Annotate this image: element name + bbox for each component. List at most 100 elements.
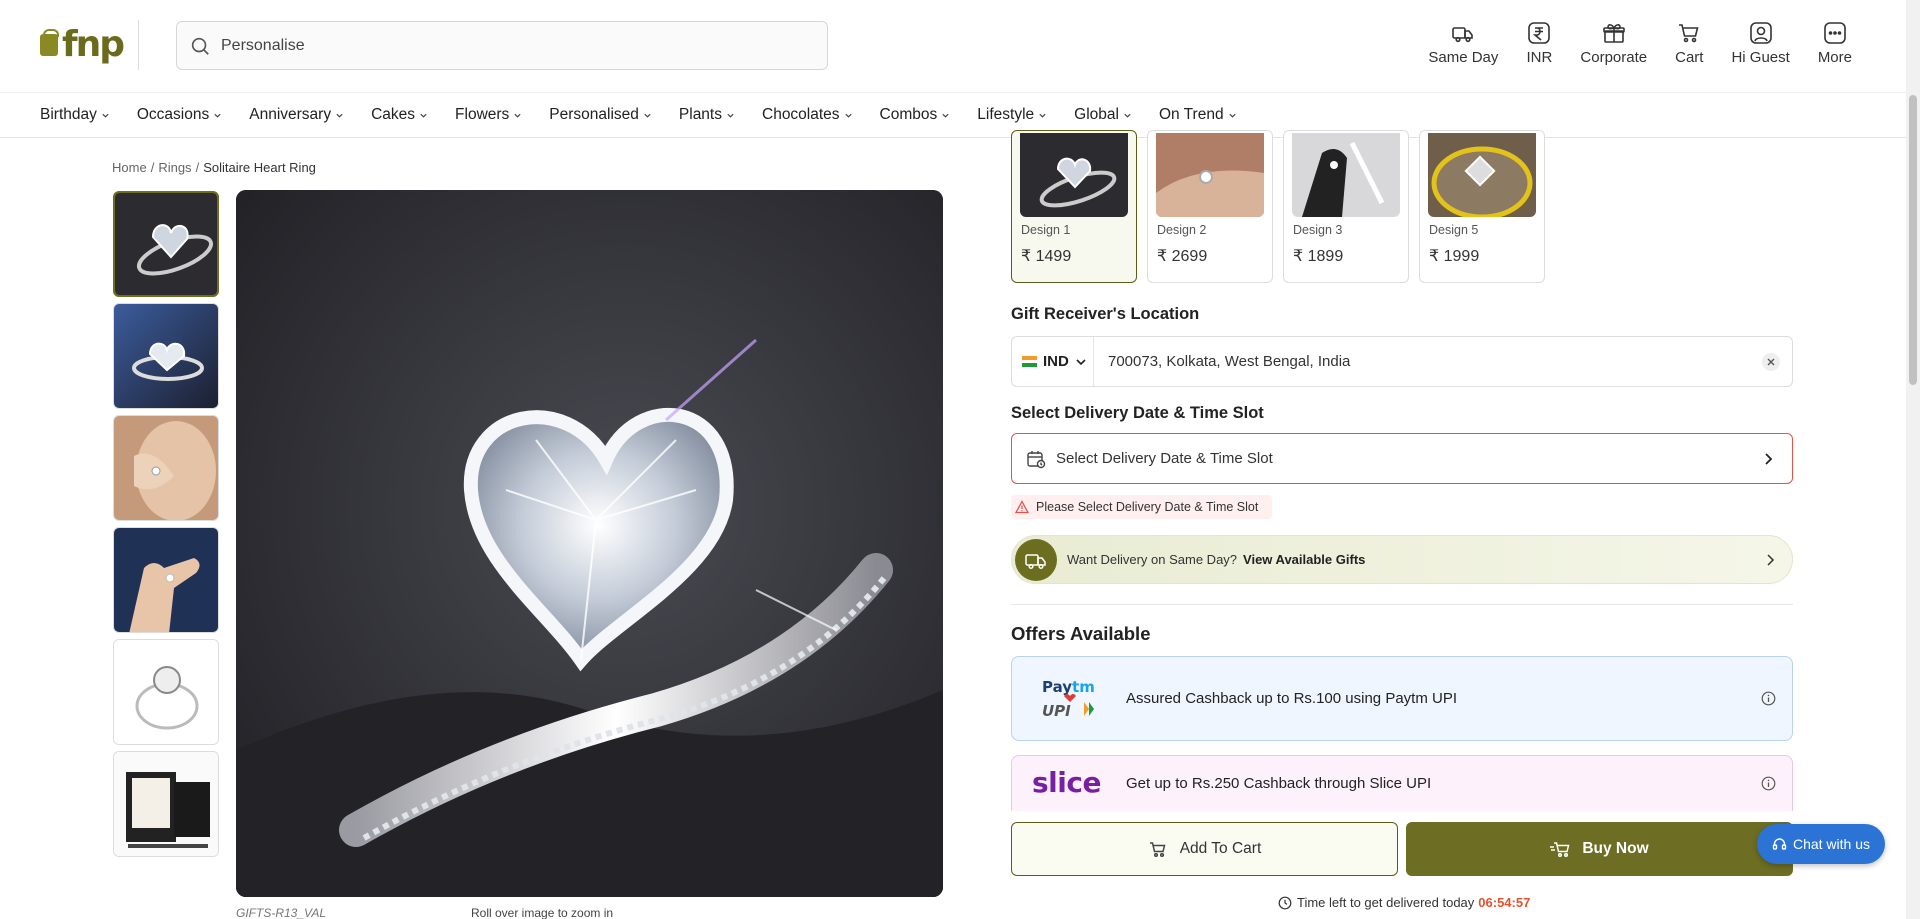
more-label: More: [1817, 49, 1852, 66]
chevron-down-icon: [844, 113, 852, 118]
nav-item-on-trend[interactable]: On Trend: [1159, 106, 1237, 124]
nav-item-chocolates[interactable]: Chocolates: [762, 106, 853, 124]
offer-paytm-text: Assured Cashback up to Rs.100 using Payt…: [1126, 690, 1457, 707]
nav-item-global[interactable]: Global: [1074, 106, 1132, 124]
header-divider: [138, 20, 139, 70]
currency-button[interactable]: INR: [1512, 20, 1566, 66]
corporate-label: Corporate: [1580, 49, 1648, 66]
india-flag-icon: [1022, 356, 1037, 368]
cart-icon: [1679, 24, 1699, 43]
chevron-down-icon: [1039, 113, 1046, 118]
breadcrumb-current: Solitaire Heart Ring: [203, 160, 316, 175]
same-day-banner[interactable]: Want Delivery on Same Day? View Available…: [1011, 535, 1793, 584]
offer-paytm[interactable]: Paytm UPI Assured Cashback up to Rs.100 …: [1011, 656, 1793, 741]
chevron-right-icon: [1765, 452, 1773, 465]
thumbnail-2[interactable]: [113, 303, 219, 409]
svg-text:Paytm: Paytm: [1042, 678, 1095, 696]
nav-item-lifestyle[interactable]: Lifestyle: [977, 106, 1047, 124]
design-option-3[interactable]: Design 3 ₹ 1899: [1283, 130, 1409, 283]
search-bar[interactable]: [176, 21, 828, 70]
thumbnail-5[interactable]: [113, 639, 219, 745]
warning-icon: [1015, 500, 1029, 514]
delivery-error: Please Select Delivery Date & Time Slot: [1011, 495, 1273, 519]
delivery-truck-icon: [1015, 538, 1057, 581]
country-code: IND: [1043, 353, 1069, 370]
nav-item-plants[interactable]: Plants: [679, 106, 735, 124]
design-5-image: [1428, 133, 1536, 217]
thumbnail-1[interactable]: [113, 191, 219, 297]
add-to-cart-label: Add To Cart: [1179, 840, 1262, 857]
chevron-down-icon: [644, 113, 651, 118]
header-actions: Same Day INR Corporate Cart Hi Guest Mor…: [1414, 20, 1866, 66]
product-main-image[interactable]: [236, 190, 943, 897]
design-name: Design 2: [1157, 223, 1207, 237]
nav-item-label: On Trend: [1158, 106, 1224, 123]
design-2-image: [1156, 133, 1264, 217]
thumbnail-3[interactable]: [113, 415, 219, 521]
clear-location-button[interactable]: [1762, 352, 1780, 371]
fast-cart-icon: [1550, 842, 1570, 858]
cart-icon: [1149, 842, 1166, 858]
paytm-upi-logo: Paytm UPI: [1042, 678, 1095, 720]
calendar-icon: [1027, 450, 1046, 468]
info-icon[interactable]: [1761, 776, 1776, 791]
nav-item-birthday[interactable]: Birthday: [40, 106, 110, 124]
nav-item-flowers[interactable]: Flowers: [455, 106, 522, 124]
buy-now-button[interactable]: Buy Now: [1406, 822, 1793, 876]
slice-logo: slice: [1032, 766, 1101, 799]
design-price: ₹ 2699: [1157, 248, 1208, 265]
location-field[interactable]: IND 700073, Kolkata, West Bengal, India: [1011, 336, 1793, 387]
more-button[interactable]: More: [1804, 20, 1866, 66]
headset-icon: [1772, 837, 1787, 850]
corporate-button[interactable]: Corporate: [1566, 20, 1661, 66]
add-to-cart-button[interactable]: Add To Cart: [1011, 822, 1398, 876]
nav-item-personalised[interactable]: Personalised: [549, 106, 652, 124]
nav-item-anniversary[interactable]: Anniversary: [249, 106, 344, 124]
page-scrollbar[interactable]: [1906, 0, 1920, 919]
chevron-down-icon: [102, 113, 109, 118]
ring-thumbnail-image: [115, 193, 217, 295]
more-icon: [1824, 22, 1846, 44]
design-option-1[interactable]: Design 1 ₹ 1499: [1011, 130, 1137, 283]
chat-label: Chat with us: [1792, 836, 1871, 852]
model-thumbnail-image: [114, 416, 218, 520]
view-available-gifts-link[interactable]: View Available Gifts: [1243, 552, 1365, 567]
buy-now-label: Buy Now: [1582, 840, 1649, 857]
design-name: Design 5: [1429, 223, 1479, 237]
nav-item-label: Occasions: [136, 106, 210, 123]
design-price: ₹ 1899: [1293, 248, 1344, 265]
chevron-down-icon: [942, 113, 949, 118]
breadcrumb-home[interactable]: Home: [112, 160, 147, 175]
cart-button[interactable]: Cart: [1661, 20, 1717, 66]
chevron-down-icon: [336, 113, 343, 118]
timer-value: 06:54:57: [1478, 895, 1531, 910]
offer-slice[interactable]: slice Get up to Rs.250 Cashback through …: [1011, 755, 1793, 811]
design-option-5[interactable]: Design 5 ₹ 1999: [1419, 130, 1545, 283]
logo[interactable]: fnp: [40, 24, 125, 65]
category-nav: Birthday Occasions Anniversary Cakes Flowers…: [0, 92, 1906, 138]
delivery-slot-selector[interactable]: Select Delivery Date & Time Slot: [1011, 433, 1793, 484]
truck-icon: [1452, 27, 1474, 43]
design-option-2[interactable]: Design 2 ₹ 2699: [1147, 130, 1273, 283]
nav-item-combos[interactable]: Combos: [880, 106, 951, 124]
country-selector[interactable]: IND: [1012, 337, 1094, 386]
thumbnail-list: [113, 191, 219, 863]
design-options: Design 1 ₹ 1499 Design 2 ₹ 2699 Design 3…: [1011, 130, 1545, 283]
chat-with-us-button[interactable]: Chat with us: [1757, 824, 1885, 864]
thumbnail-6[interactable]: [113, 751, 219, 857]
design-price: ₹ 1499: [1021, 248, 1072, 265]
delivery-error-text: Please Select Delivery Date & Time Slot: [1036, 500, 1259, 514]
rupee-icon: [1528, 22, 1551, 44]
nav-item-label: Birthday: [40, 106, 97, 123]
search-input[interactable]: [221, 36, 781, 55]
breadcrumb-category[interactable]: Rings: [158, 160, 191, 175]
logo-text: fnp: [62, 24, 125, 65]
thumbnail-4[interactable]: [113, 527, 219, 633]
scrollbar-thumb[interactable]: [1909, 95, 1917, 385]
same-day-question: Want Delivery on Same Day?: [1067, 552, 1238, 567]
nav-item-cakes[interactable]: Cakes: [371, 106, 428, 124]
account-button[interactable]: Hi Guest: [1717, 20, 1803, 66]
same-day-button[interactable]: Same Day: [1414, 20, 1512, 66]
info-icon[interactable]: [1761, 691, 1776, 706]
nav-item-occasions[interactable]: Occasions: [137, 106, 222, 124]
